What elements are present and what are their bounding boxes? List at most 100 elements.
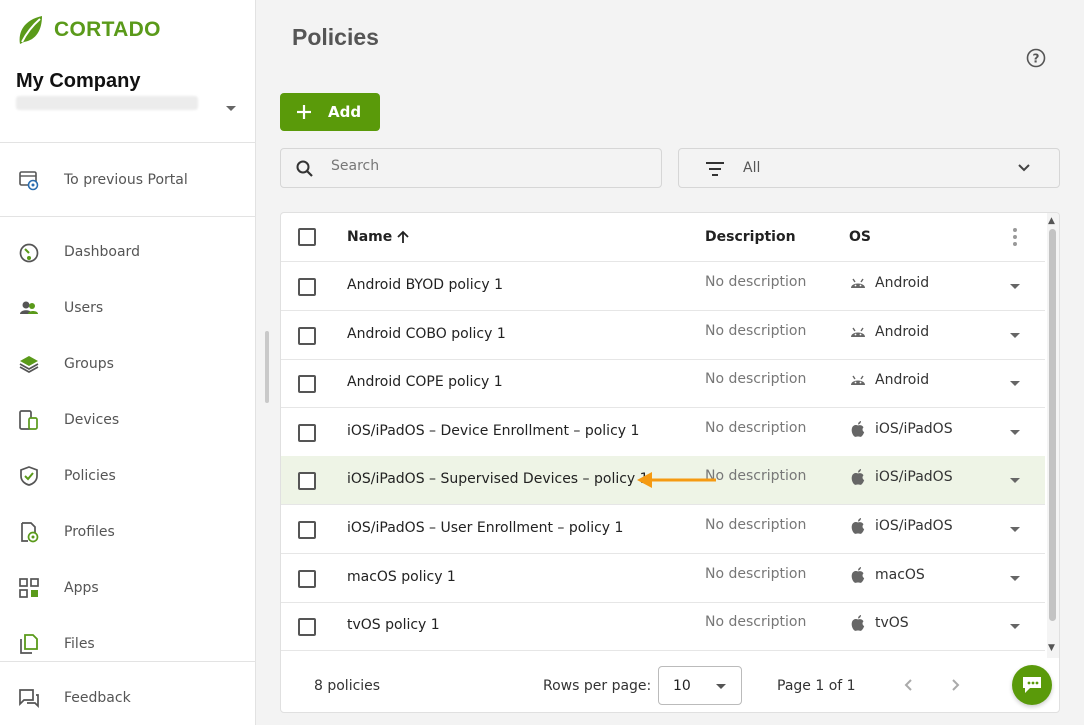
android-icon xyxy=(849,371,867,389)
rows-per-page-value: 10 xyxy=(673,678,691,694)
next-page-button[interactable] xyxy=(945,674,967,696)
scroll-up-icon[interactable]: ▲ xyxy=(1048,216,1055,226)
row-checkbox[interactable] xyxy=(298,326,316,345)
table-row[interactable]: Android COBO policy 1 No description Andro… xyxy=(281,311,1045,360)
chevron-down-icon xyxy=(1018,164,1030,172)
page-info: Page 1 of 1 xyxy=(777,678,856,694)
add-button-label: Add xyxy=(328,103,362,121)
sidebar-item-feedback[interactable]: Feedback xyxy=(0,678,256,718)
sidebar-item-label: Users xyxy=(64,300,104,316)
row-checkbox[interactable] xyxy=(298,375,316,394)
expand-row-caret-icon[interactable] xyxy=(1010,284,1020,289)
os-label: iOS/iPadOS xyxy=(875,420,953,437)
policy-description: No description xyxy=(705,614,807,631)
chat-support-button[interactable] xyxy=(1012,665,1052,705)
sidebar-item-devices[interactable]: Devices xyxy=(0,400,256,440)
logo[interactable]: CORTADO xyxy=(16,14,161,46)
help-icon[interactable]: ? xyxy=(1026,48,1046,68)
chevron-left-icon xyxy=(904,679,912,691)
sidebar-item-files[interactable]: Files xyxy=(0,624,256,664)
sidebar-item-profiles[interactable]: Profiles xyxy=(0,512,256,552)
os-label: iOS/iPadOS xyxy=(875,469,953,486)
sidebar-item-apps[interactable]: Apps xyxy=(0,568,256,608)
apple-icon xyxy=(849,614,867,632)
policies-icon xyxy=(17,464,41,488)
sidebar-item-users[interactable]: Users xyxy=(0,288,256,328)
sidebar-item-groups[interactable]: Groups xyxy=(0,344,256,384)
column-header-label: Name xyxy=(347,229,393,245)
add-policy-button[interactable]: Add xyxy=(280,93,380,131)
sidebar-item-dashboard[interactable]: Dashboard xyxy=(0,232,256,272)
devices-icon xyxy=(17,408,41,432)
table-row[interactable]: Android BYOD policy 1 No description Andro… xyxy=(281,262,1045,311)
rows-per-page-select[interactable]: 10 xyxy=(658,666,742,705)
prev-page-button[interactable] xyxy=(897,674,919,696)
table-row[interactable]: iOS/iPadOS – User Enrollment – policy 1 N… xyxy=(281,505,1045,554)
expand-row-caret-icon[interactable] xyxy=(1010,575,1020,581)
sidebar-item-previous-portal[interactable]: To previous Portal xyxy=(0,160,256,200)
more-vert-icon[interactable] xyxy=(1010,228,1020,246)
logo-text: CORTADO xyxy=(54,18,161,41)
sidebar-item-label: Profiles xyxy=(64,524,115,540)
sidebar-item-label: Apps xyxy=(64,580,99,596)
users-icon xyxy=(17,296,41,320)
sidebar-divider xyxy=(0,661,256,662)
scroll-down-icon[interactable]: ▼ xyxy=(1048,643,1055,653)
android-icon xyxy=(849,323,867,341)
table-scrollbar-thumb[interactable] xyxy=(1049,229,1056,621)
policy-description: No description xyxy=(705,517,807,533)
search-input[interactable] xyxy=(331,158,631,174)
row-checkbox[interactable] xyxy=(298,278,316,296)
company-account-redacted xyxy=(16,96,198,110)
policy-name: iOS/iPadOS – User Enrollment – policy 1 xyxy=(347,520,624,536)
sidebar-divider xyxy=(0,216,256,217)
table-row[interactable]: tvOS policy 1 No description tvOS xyxy=(281,602,1045,652)
table-row[interactable]: macOS policy 1 No description macOS xyxy=(281,554,1045,603)
expand-row-caret-icon[interactable] xyxy=(1010,429,1020,435)
company-switch-caret[interactable] xyxy=(226,106,236,111)
company-name: My Company xyxy=(16,70,141,92)
sidebar-item-label: Groups xyxy=(64,356,114,372)
policy-name: Android BYOD policy 1 xyxy=(347,277,504,293)
policy-name: tvOS policy 1 xyxy=(347,617,440,634)
rows-per-page-label: Rows per page: xyxy=(543,678,652,694)
row-checkbox[interactable] xyxy=(298,472,316,491)
row-checkbox[interactable] xyxy=(298,521,316,539)
sidebar: CORTADO My Company To previous Portal Da… xyxy=(0,0,256,725)
row-checkbox[interactable] xyxy=(298,618,316,637)
policy-description: No description xyxy=(705,419,807,436)
apple-icon xyxy=(849,468,867,486)
feedback-icon xyxy=(17,686,41,710)
sidebar-item-label: To previous Portal xyxy=(64,172,188,188)
row-checkbox[interactable] xyxy=(298,569,316,588)
expand-row-caret-icon[interactable] xyxy=(1010,624,1020,630)
sidebar-item-policies[interactable]: Policies xyxy=(0,456,256,496)
filter-value: All xyxy=(743,160,761,176)
policy-os: Android xyxy=(849,371,929,389)
policy-name: iOS/iPadOS – Supervised Devices – policy… xyxy=(347,471,649,488)
caret-down-icon xyxy=(716,684,726,689)
policies-table: Name Description OS Android BYOD policy … xyxy=(280,212,1060,713)
expand-row-caret-icon[interactable] xyxy=(1010,478,1020,484)
apple-icon xyxy=(849,566,867,584)
expand-row-caret-icon[interactable] xyxy=(1010,381,1020,387)
policy-name: Android COPE policy 1 xyxy=(347,374,503,391)
select-all-checkbox[interactable] xyxy=(298,228,316,246)
sidebar-scrollbar[interactable] xyxy=(265,331,269,403)
table-row[interactable]: iOS/iPadOS – Device Enrollment – policy … xyxy=(281,408,1045,457)
policy-os: macOS xyxy=(849,566,925,584)
row-checkbox[interactable] xyxy=(298,423,316,442)
annotation-arrow-icon xyxy=(637,472,716,488)
cortado-leaf-icon xyxy=(19,16,42,44)
policy-os: Android xyxy=(849,274,929,292)
os-filter-select[interactable]: All xyxy=(678,148,1060,188)
expand-row-caret-icon[interactable] xyxy=(1010,332,1020,338)
sidebar-divider xyxy=(0,142,256,143)
table-row[interactable]: Android COPE policy 1 No description Andro… xyxy=(281,359,1045,409)
column-header-description: Description xyxy=(705,229,796,245)
sidebar-item-label: Dashboard xyxy=(64,244,140,260)
policy-description: No description xyxy=(705,322,807,339)
column-header-name[interactable]: Name xyxy=(347,229,410,245)
expand-row-caret-icon[interactable] xyxy=(1010,527,1020,532)
profiles-icon xyxy=(17,520,41,544)
